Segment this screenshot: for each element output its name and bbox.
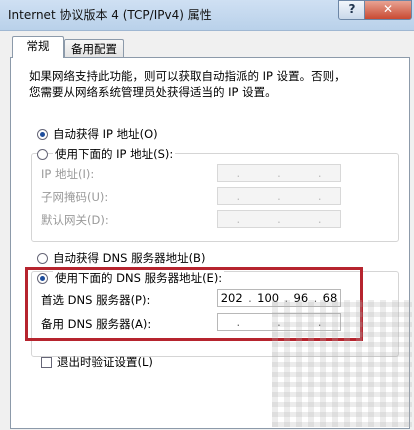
radio-manual-dns-indicator[interactable] (37, 272, 48, 284)
radio-auto-dns-label: 自动获得 DNS 服务器地址(B) (53, 251, 206, 265)
preferred-dns-label: 首选 DNS 服务器(P): (41, 293, 151, 307)
validate-on-exit-label: 退出时验证设置(L) (57, 355, 153, 369)
title-bar: Internet 协议版本 4 (TCP/IPv4) 属性 ? ✕ (0, 0, 414, 31)
pixelated-watermark-area (272, 300, 412, 427)
description-line-1: 如果网络支持此功能，则可以获取自动指派的 IP 设置。否则， (29, 69, 346, 83)
radio-manual-ip[interactable]: 使用下面的 IP 地址(S): (37, 146, 176, 162)
alternate-dns-label: 备用 DNS 服务器(A): (41, 317, 152, 331)
description-text: 如果网络支持此功能，则可以获取自动指派的 IP 设置。否则， 您需要从网络系统管… (29, 68, 369, 100)
radio-auto-ip-label: 自动获得 IP 地址(O) (53, 127, 158, 141)
validate-on-exit-checkbox[interactable] (41, 356, 52, 368)
close-button[interactable]: ✕ (364, 0, 412, 20)
ip-address-input[interactable]: ... (217, 164, 341, 182)
radio-auto-ip-indicator[interactable] (37, 128, 48, 140)
window-title: Internet 协议版本 4 (TCP/IPv4) 属性 (8, 8, 212, 22)
radio-auto-ip[interactable]: 自动获得 IP 地址(O) (37, 126, 158, 142)
subnet-mask-label: 子网掩码(U): (41, 190, 109, 204)
validate-on-exit[interactable]: 退出时验证设置(L) (41, 354, 153, 370)
radio-manual-ip-label: 使用下面的 IP 地址(S): (53, 146, 176, 162)
tab-general[interactable]: 常规 (12, 36, 64, 58)
subnet-mask-input[interactable]: ... (217, 187, 341, 205)
radio-manual-dns-label: 使用下面的 DNS 服务器地址(E): (53, 270, 225, 286)
radio-manual-dns[interactable]: 使用下面的 DNS 服务器地址(E): (37, 270, 225, 286)
radio-auto-dns-indicator[interactable] (37, 252, 48, 264)
radio-manual-ip-indicator[interactable] (37, 148, 48, 160)
default-gateway-label: 默认网关(D): (41, 213, 109, 227)
tab-alternate-config[interactable]: 备用配置 (64, 39, 124, 58)
radio-auto-dns[interactable]: 自动获得 DNS 服务器地址(B) (37, 250, 205, 266)
ip-address-label: IP 地址(I): (41, 167, 95, 181)
default-gateway-input[interactable]: ... (217, 210, 341, 228)
description-line-2: 您需要从网络系统管理员处获得适当的 IP 设置。 (29, 85, 277, 99)
help-button[interactable]: ? (338, 0, 366, 20)
preferred-dns-octet-1: 202 (220, 291, 243, 305)
